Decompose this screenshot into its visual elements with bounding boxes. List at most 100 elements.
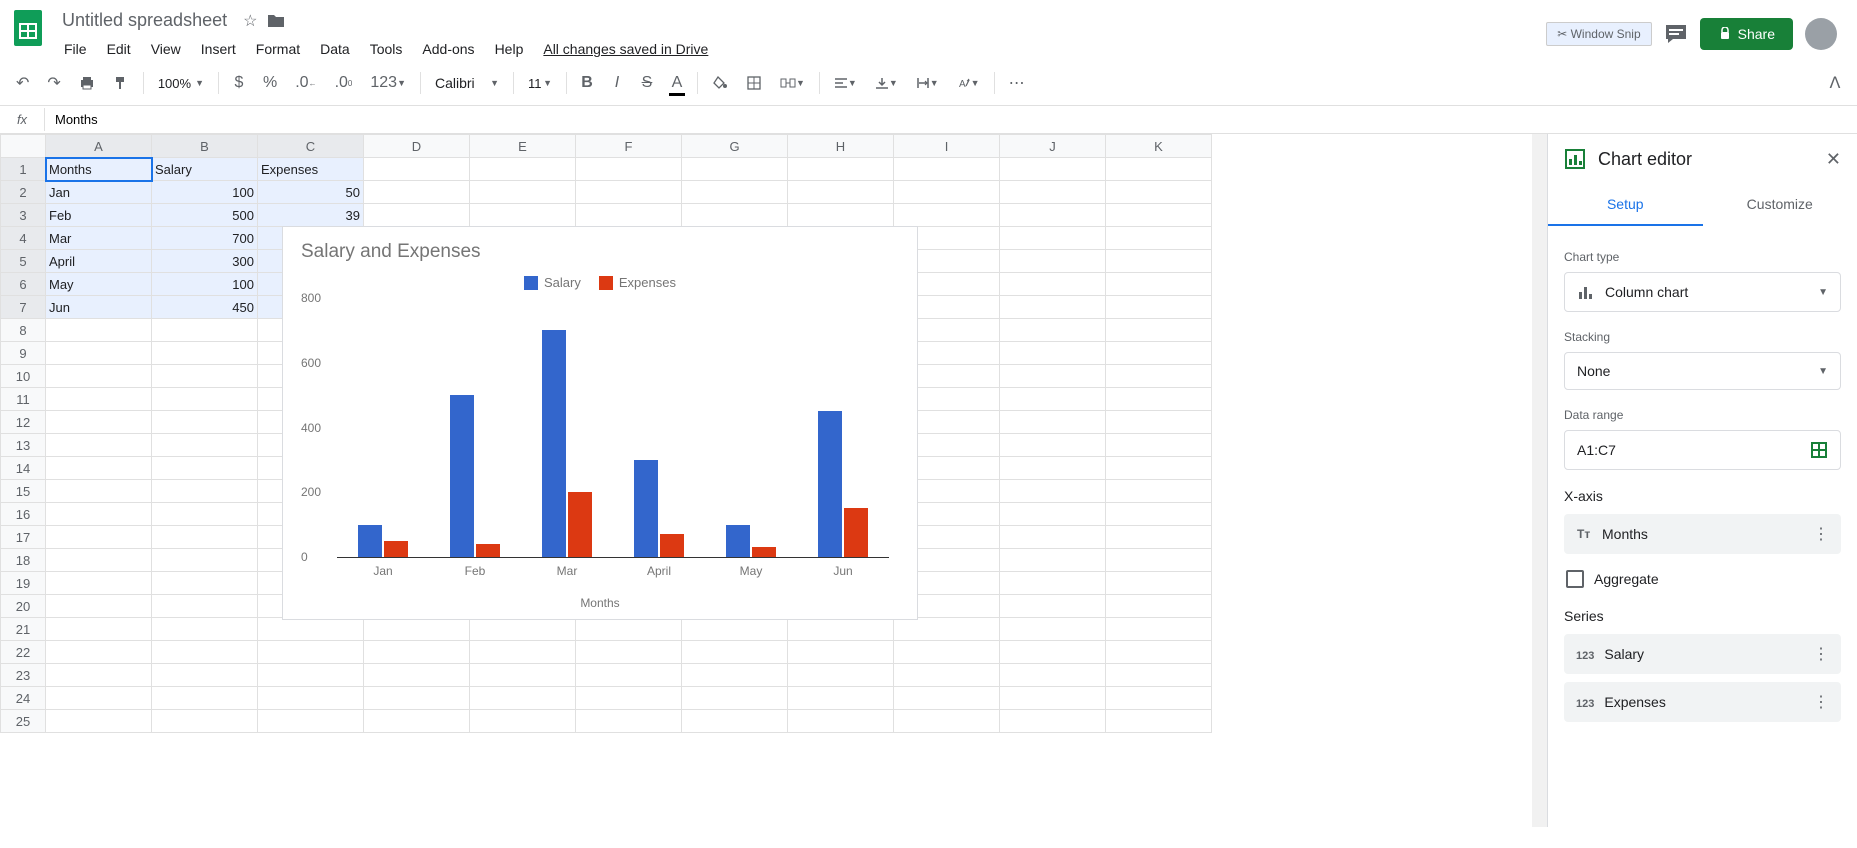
cell[interactable] (894, 158, 1000, 181)
cell[interactable] (1106, 296, 1212, 319)
cell[interactable] (470, 687, 576, 710)
row-header[interactable]: 15 (1, 480, 46, 503)
cell[interactable] (470, 641, 576, 664)
strikethrough-button[interactable]: S (633, 68, 661, 98)
text-color-button[interactable]: A (663, 68, 691, 98)
data-range-input[interactable]: A1:C7 (1564, 430, 1841, 470)
column-header[interactable]: D (364, 135, 470, 158)
cell[interactable] (152, 618, 258, 641)
menu-addons[interactable]: Add-ons (414, 37, 482, 61)
cell[interactable] (46, 526, 152, 549)
close-icon[interactable]: ✕ (1826, 149, 1841, 170)
cell[interactable] (46, 641, 152, 664)
row-header[interactable]: 7 (1, 296, 46, 319)
cell[interactable] (682, 204, 788, 227)
cell[interactable] (1106, 664, 1212, 687)
cell[interactable] (1106, 434, 1212, 457)
cell[interactable] (682, 641, 788, 664)
menu-insert[interactable]: Insert (193, 37, 244, 61)
cell[interactable] (894, 181, 1000, 204)
row-header[interactable]: 23 (1, 664, 46, 687)
cell[interactable] (894, 687, 1000, 710)
cell[interactable] (46, 365, 152, 388)
cell[interactable] (682, 687, 788, 710)
cell[interactable] (1106, 204, 1212, 227)
cell[interactable] (470, 204, 576, 227)
cell[interactable] (152, 480, 258, 503)
cell[interactable] (1106, 480, 1212, 503)
cell[interactable] (470, 618, 576, 641)
cell[interactable] (1106, 365, 1212, 388)
cell[interactable]: Salary (152, 158, 258, 181)
row-header[interactable]: 6 (1, 273, 46, 296)
row-header[interactable]: 19 (1, 572, 46, 595)
tab-setup[interactable]: Setup (1548, 184, 1703, 226)
more-formats-button[interactable]: 123▼ (362, 68, 414, 98)
star-icon[interactable]: ☆ (243, 11, 257, 31)
cell[interactable] (46, 319, 152, 342)
increase-decimal-button[interactable]: .00 (327, 68, 361, 98)
cell[interactable] (576, 181, 682, 204)
cell[interactable] (46, 434, 152, 457)
embedded-chart[interactable]: Salary and Expenses Salary Expenses 0200… (282, 226, 918, 620)
cell[interactable] (1000, 273, 1106, 296)
cell[interactable] (364, 204, 470, 227)
aggregate-checkbox-row[interactable]: Aggregate (1564, 562, 1841, 596)
horizontal-align-button[interactable]: ▼ (826, 70, 865, 96)
cell[interactable] (258, 618, 364, 641)
cell[interactable]: 100 (152, 273, 258, 296)
more-vert-icon[interactable]: ⋮ (1813, 692, 1829, 712)
cell[interactable] (152, 434, 258, 457)
cell[interactable] (894, 618, 1000, 641)
menu-help[interactable]: Help (487, 37, 532, 61)
cell[interactable] (152, 641, 258, 664)
row-header[interactable]: 25 (1, 710, 46, 733)
cell[interactable]: Jun (46, 296, 152, 319)
cell[interactable] (1000, 480, 1106, 503)
row-header[interactable]: 21 (1, 618, 46, 641)
account-avatar[interactable] (1805, 18, 1837, 50)
cell[interactable] (894, 204, 1000, 227)
cell[interactable] (1106, 181, 1212, 204)
row-header[interactable]: 3 (1, 204, 46, 227)
cell[interactable] (682, 710, 788, 733)
chart-type-select[interactable]: Column chart ▼ (1564, 272, 1841, 312)
cell[interactable] (576, 687, 682, 710)
cell[interactable] (152, 319, 258, 342)
cell[interactable] (788, 618, 894, 641)
cell[interactable] (258, 687, 364, 710)
cell[interactable] (152, 388, 258, 411)
row-header[interactable]: 22 (1, 641, 46, 664)
column-header[interactable]: F (576, 135, 682, 158)
cell[interactable]: 300 (152, 250, 258, 273)
cell[interactable] (788, 641, 894, 664)
cell[interactable] (1000, 250, 1106, 273)
cell[interactable] (1000, 319, 1106, 342)
cell[interactable] (1000, 687, 1106, 710)
cell[interactable] (1106, 388, 1212, 411)
cell[interactable]: 450 (152, 296, 258, 319)
cell[interactable] (1000, 572, 1106, 595)
cell[interactable] (46, 457, 152, 480)
cell[interactable] (46, 480, 152, 503)
cell[interactable] (1000, 434, 1106, 457)
select-range-icon[interactable] (1810, 441, 1828, 459)
cell[interactable] (788, 158, 894, 181)
row-header[interactable]: 14 (1, 457, 46, 480)
merge-cells-button[interactable]: ▼ (772, 69, 813, 97)
cell[interactable] (1106, 687, 1212, 710)
print-button[interactable] (71, 69, 103, 97)
cell[interactable] (894, 641, 1000, 664)
cell[interactable] (788, 204, 894, 227)
menu-tools[interactable]: Tools (362, 37, 411, 61)
cell[interactable] (46, 342, 152, 365)
cell[interactable] (1106, 319, 1212, 342)
cell[interactable] (1000, 204, 1106, 227)
cell[interactable] (46, 595, 152, 618)
row-header[interactable]: 10 (1, 365, 46, 388)
cell[interactable]: May (46, 273, 152, 296)
cell[interactable] (1106, 526, 1212, 549)
row-header[interactable]: 16 (1, 503, 46, 526)
redo-button[interactable]: ↷ (39, 67, 68, 99)
row-header[interactable]: 20 (1, 595, 46, 618)
